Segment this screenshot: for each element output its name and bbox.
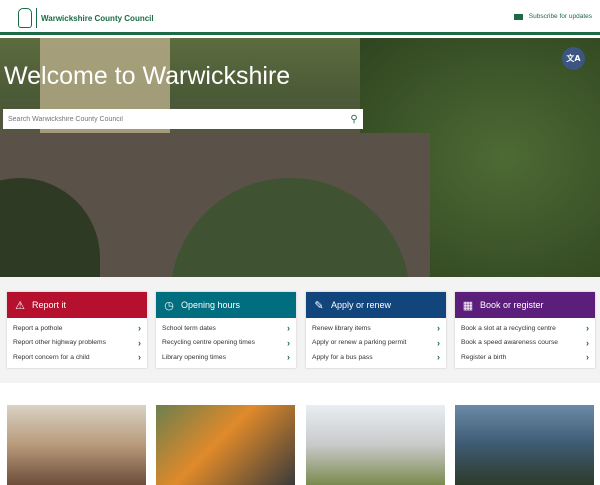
feature-image-roadworks[interactable] bbox=[156, 405, 295, 485]
card-report-it: ⚠ Report it Report a pothole › Report othe… bbox=[7, 292, 147, 368]
card-header[interactable]: ◷ Opening hours bbox=[156, 292, 296, 318]
link-label: Report a pothole bbox=[13, 324, 63, 332]
card-header[interactable]: ⚠ Report it bbox=[7, 292, 147, 318]
link-label: Report other highway problems bbox=[13, 339, 106, 347]
card-title: Opening hours bbox=[181, 300, 241, 310]
site-logo[interactable]: Warwickshire County Council bbox=[18, 8, 154, 28]
chevron-right-icon: › bbox=[437, 337, 440, 348]
subscribe-label: Subscribe for updates bbox=[528, 13, 592, 20]
clock-icon: ◷ bbox=[164, 299, 174, 312]
search-icon: ⚲ bbox=[350, 113, 358, 125]
site-header: Warwickshire County Council Subscribe fo… bbox=[0, 0, 600, 35]
card-title: Apply or renew bbox=[331, 300, 392, 310]
link-label: Recycling centre opening times bbox=[162, 339, 255, 347]
feature-image-vehicle[interactable] bbox=[455, 405, 594, 485]
link-label: Book a speed awareness course bbox=[461, 339, 559, 347]
card-link[interactable]: Report concern for a child › bbox=[13, 350, 141, 365]
search-input[interactable] bbox=[8, 115, 345, 123]
logo-text: Warwickshire County Council bbox=[41, 13, 154, 23]
link-label: Register a birth bbox=[461, 353, 507, 361]
search-button[interactable]: ⚲ bbox=[345, 114, 363, 125]
card-link[interactable]: Apply for a bus pass › bbox=[312, 350, 440, 365]
translate-icon: 文A bbox=[566, 54, 581, 63]
chevron-right-icon: › bbox=[287, 352, 290, 363]
card-link[interactable]: Recycling centre opening times › bbox=[162, 336, 290, 351]
card-header[interactable]: ▦ Book or register bbox=[455, 292, 595, 318]
chevron-right-icon: › bbox=[437, 323, 440, 334]
card-link[interactable]: Report other highway problems › bbox=[13, 336, 141, 351]
subscribe-link[interactable]: Subscribe for updates bbox=[513, 13, 592, 20]
hero-banner: Welcome to Warwickshire ⚲ 文A bbox=[0, 38, 600, 277]
calendar-icon: ▦ bbox=[462, 299, 474, 312]
chevron-right-icon: › bbox=[586, 352, 589, 363]
card-header[interactable]: ✎ Apply or renew bbox=[306, 292, 446, 318]
search-bar: ⚲ bbox=[3, 109, 363, 129]
link-label: Report concern for a child bbox=[13, 353, 90, 361]
chevron-right-icon: › bbox=[138, 337, 141, 348]
link-label: Book a slot at a recycling centre bbox=[461, 324, 556, 332]
feature-image-signs[interactable] bbox=[306, 405, 445, 485]
chevron-right-icon: › bbox=[586, 323, 589, 334]
card-link[interactable]: School term dates › bbox=[162, 321, 290, 336]
logo-divider bbox=[36, 8, 37, 28]
card-link[interactable]: Register a birth › bbox=[461, 350, 589, 365]
link-label: Apply or renew a parking permit bbox=[312, 339, 407, 347]
translate-button[interactable]: 文A bbox=[562, 47, 585, 70]
logo-bear-icon bbox=[18, 8, 32, 28]
card-link[interactable]: Library opening times › bbox=[162, 350, 290, 365]
warning-icon: ⚠ bbox=[15, 299, 25, 312]
card-link[interactable]: Report a pothole › bbox=[13, 321, 141, 336]
chevron-right-icon: › bbox=[138, 352, 141, 363]
chevron-right-icon: › bbox=[138, 323, 141, 334]
link-label: School term dates bbox=[162, 324, 216, 332]
form-icon: ✎ bbox=[314, 299, 324, 312]
feature-image-classroom[interactable] bbox=[7, 405, 146, 485]
link-label: Library opening times bbox=[162, 353, 226, 361]
card-book-or-register: ▦ Book or register Book a slot at a recyc… bbox=[455, 292, 595, 368]
card-apply-or-renew: ✎ Apply or renew Renew library items › App… bbox=[306, 292, 446, 368]
page-title: Welcome to Warwickshire bbox=[4, 62, 291, 90]
chevron-right-icon: › bbox=[437, 352, 440, 363]
card-title: Report it bbox=[32, 300, 67, 310]
chevron-right-icon: › bbox=[287, 323, 290, 334]
mail-icon bbox=[513, 13, 523, 20]
card-opening-hours: ◷ Opening hours School term dates › Recycl… bbox=[156, 292, 296, 368]
quick-links-section: ⚠ Report it Report a pothole › Report othe… bbox=[0, 277, 600, 383]
card-title: Book or register bbox=[480, 300, 544, 310]
link-label: Renew library items bbox=[312, 324, 371, 332]
chevron-right-icon: › bbox=[586, 337, 589, 348]
card-link[interactable]: Book a slot at a recycling centre › bbox=[461, 321, 589, 336]
card-link[interactable]: Book a speed awareness course › bbox=[461, 336, 589, 351]
chevron-right-icon: › bbox=[287, 337, 290, 348]
link-label: Apply for a bus pass bbox=[312, 353, 373, 361]
card-link[interactable]: Renew library items › bbox=[312, 321, 440, 336]
card-link[interactable]: Apply or renew a parking permit › bbox=[312, 336, 440, 351]
